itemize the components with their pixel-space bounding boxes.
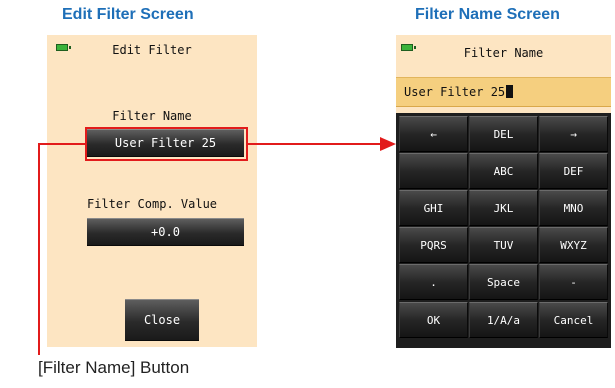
key-case-toggle[interactable]: 1/A/a (469, 302, 538, 338)
callout-arrowhead-icon (380, 137, 396, 151)
filter-name-screen-heading: Filter Name Screen (415, 6, 560, 23)
key-ghi[interactable]: GHI (399, 190, 468, 226)
callout-leader-horizontal (38, 143, 86, 145)
key-period[interactable]: . (399, 264, 468, 300)
filter-name-screen: Filter Name User Filter 25 ← DEL → ABC D… (396, 35, 611, 348)
input-text: User Filter 25 (404, 85, 506, 99)
callout-arrow-line (248, 143, 382, 145)
key-blank[interactable] (399, 153, 468, 189)
key-abc[interactable]: ABC (469, 153, 538, 189)
filter-comp-value-button[interactable]: +0.0 (87, 218, 244, 246)
key-ok[interactable]: OK (399, 302, 468, 338)
filter-name-input[interactable]: User Filter 25 (396, 77, 611, 107)
key-def[interactable]: DEF (539, 153, 608, 189)
filter-name-label: Filter Name (112, 109, 192, 123)
filter-name-header: Filter Name User Filter 25 (396, 35, 611, 113)
close-button[interactable]: Close (125, 299, 199, 341)
callout-label: [Filter Name] Button (38, 358, 190, 377)
key-cancel[interactable]: Cancel (539, 302, 608, 338)
callout-leader-vertical (38, 143, 40, 355)
edit-filter-screen-heading: Edit Filter Screen (62, 6, 194, 23)
key-space[interactable]: Space (469, 264, 538, 300)
key-del[interactable]: DEL (469, 116, 538, 152)
text-cursor (506, 85, 514, 98)
edit-filter-screen: Edit Filter Filter Name User Filter 25 F… (47, 35, 257, 347)
screen-title: Filter Name (463, 46, 544, 60)
key-right-arrow[interactable]: → (539, 116, 608, 152)
key-hyphen[interactable]: - (539, 264, 608, 300)
key-mno[interactable]: MNO (539, 190, 608, 226)
filter-name-input-value: User Filter 25 (404, 85, 514, 99)
key-left-arrow[interactable]: ← (399, 116, 468, 152)
key-wxyz[interactable]: WXYZ (539, 227, 608, 263)
filter-name-highlight-box (85, 127, 248, 161)
key-jkl[interactable]: JKL (469, 190, 538, 226)
key-pqrs[interactable]: PQRS (399, 227, 468, 263)
screen-title: Edit Filter (112, 43, 192, 57)
key-tuv[interactable]: TUV (469, 227, 538, 263)
filter-comp-label: Filter Comp. Value (86, 197, 218, 211)
